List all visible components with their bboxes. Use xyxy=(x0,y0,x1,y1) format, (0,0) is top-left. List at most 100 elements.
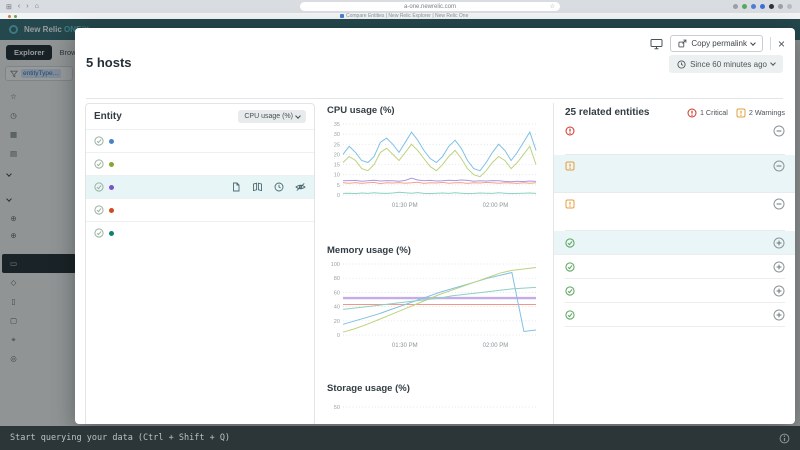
svg-text:35: 35 xyxy=(334,122,340,128)
favicon xyxy=(340,14,344,18)
time-range-picker[interactable]: Since 60 minutes ago xyxy=(669,55,783,73)
series-color-dot xyxy=(109,138,114,144)
related-entity-row[interactable] xyxy=(565,279,785,303)
bookmark-star-icon[interactable]: ☆ xyxy=(550,3,555,10)
charts-column: CPU usage (%) 0 5 10 15 20 25 30 35 01:30 PM 02:0… xyxy=(327,103,549,424)
svg-text:02:00 PM: 02:00 PM xyxy=(483,343,509,349)
chevron-down-icon xyxy=(770,60,776,66)
check-circle-icon xyxy=(94,228,104,238)
critical-icon xyxy=(687,108,697,117)
remove-relationship-button[interactable] xyxy=(773,125,785,137)
related-entity-row[interactable] xyxy=(554,231,795,255)
related-entity-card[interactable] xyxy=(554,155,795,193)
add-relationship-button[interactable] xyxy=(773,309,785,321)
hide-entity-icon[interactable] xyxy=(295,182,306,192)
related-entities-title: 25 related entities xyxy=(565,107,650,118)
chart-series-line xyxy=(342,177,537,183)
info-icon[interactable] xyxy=(779,433,790,444)
back-icon[interactable]: ‹ xyxy=(18,3,20,10)
warning-icon xyxy=(736,108,746,117)
warning-icon xyxy=(565,199,575,209)
recent-activity-icon[interactable] xyxy=(274,182,284,192)
remove-relationship-button[interactable] xyxy=(773,198,785,210)
chart-title: Memory usage (%) xyxy=(327,245,411,256)
svg-text:60: 60 xyxy=(334,290,340,296)
svg-text:25: 25 xyxy=(334,142,340,148)
check-circle-icon xyxy=(94,159,104,169)
check-circle-icon xyxy=(565,285,575,296)
browser-chrome: ⊞ ‹ › ⌂ a-one.newrelic.com ☆ xyxy=(0,0,800,13)
related-entity-row[interactable] xyxy=(565,255,785,279)
url-bar[interactable]: a-one.newrelic.com ☆ xyxy=(300,2,560,11)
related-entity-card[interactable] xyxy=(565,193,785,231)
modal-tabs xyxy=(86,82,783,99)
metric-cell xyxy=(565,217,785,218)
critical-icon xyxy=(565,126,575,136)
home-icon[interactable]: ⌂ xyxy=(35,3,39,10)
bookmark-dot[interactable] xyxy=(14,14,17,18)
svg-text:01:30 PM: 01:30 PM xyxy=(392,203,418,209)
series-color-dot xyxy=(109,207,114,213)
svg-text:30: 30 xyxy=(334,132,340,138)
copy-permalink-button[interactable]: Copy permalink xyxy=(670,35,763,52)
compare-icon[interactable] xyxy=(252,182,263,192)
storage-usage-chart: Storage usage (%) 50 xyxy=(327,381,539,417)
remove-relationship-button[interactable] xyxy=(773,160,785,172)
url-text: a-one.newrelic.com xyxy=(403,3,457,10)
metric-cell xyxy=(565,179,785,180)
check-circle-icon xyxy=(94,182,104,192)
bookmark-dot[interactable] xyxy=(8,14,11,18)
series-color-dot xyxy=(109,230,114,236)
metric-selector-dropdown[interactable]: CPU usage (%) xyxy=(238,110,306,123)
close-icon[interactable]: × xyxy=(778,38,785,50)
chart-series-line xyxy=(342,181,537,185)
entity-row[interactable] xyxy=(86,129,314,152)
hosts-detail-modal: Copy permalink × 5 hosts Since 60 minute… xyxy=(75,28,795,424)
chart-title: Storage usage (%) xyxy=(327,383,410,394)
extension-icon[interactable] xyxy=(751,4,756,9)
warnings-badge[interactable]: 2 Warnings xyxy=(736,108,785,118)
svg-text:0: 0 xyxy=(337,333,340,339)
nrql-query-bar[interactable]: Start querying your data (Ctrl + Shift +… xyxy=(0,426,800,450)
clock-icon xyxy=(677,59,686,69)
forward-icon[interactable]: › xyxy=(26,3,28,10)
svg-text:20: 20 xyxy=(334,319,340,325)
add-relationship-button[interactable] xyxy=(773,237,785,249)
related-entity-card[interactable] xyxy=(565,120,785,155)
tab-overview-icon[interactable]: ⊞ xyxy=(6,3,12,11)
svg-text:15: 15 xyxy=(334,163,340,169)
query-bar-placeholder: Start querying your data (Ctrl + Shift +… xyxy=(10,433,231,443)
memory-usage-chart: Memory usage (%) 0 20 40 60 80 100 01:30 PM 02:… xyxy=(327,243,539,357)
check-circle-icon xyxy=(565,309,575,320)
extension-icon[interactable] xyxy=(787,4,792,9)
chevron-down-icon xyxy=(750,39,756,46)
metric-cell xyxy=(647,141,729,142)
svg-text:0: 0 xyxy=(337,193,340,199)
present-view-icon[interactable] xyxy=(650,38,663,50)
extension-icon[interactable] xyxy=(742,4,747,9)
entity-list-panel: Entity CPU usage (%) xyxy=(85,103,315,424)
add-relationship-button[interactable] xyxy=(773,261,785,273)
metric-cell xyxy=(565,214,647,215)
warning-icon xyxy=(565,161,575,171)
chart-series-line xyxy=(342,143,537,178)
related-entity-row[interactable] xyxy=(565,303,785,327)
extension-icon[interactable] xyxy=(769,4,774,9)
metric-cell xyxy=(565,176,647,177)
extension-icon[interactable] xyxy=(733,4,738,9)
entity-column-header: Entity xyxy=(94,111,122,122)
add-relationship-button[interactable] xyxy=(773,285,785,297)
metric-cell xyxy=(647,214,767,215)
svg-text:20: 20 xyxy=(334,152,340,158)
cpu-usage-chart: CPU usage (%) 0 5 10 15 20 25 30 35 01:30 PM 02:0… xyxy=(327,103,539,217)
svg-text:40: 40 xyxy=(334,305,340,311)
entity-row[interactable] xyxy=(86,175,314,198)
entity-row[interactable] xyxy=(86,221,314,244)
screen: ⊞ ‹ › ⌂ a-one.newrelic.com ☆ Compare Ent… xyxy=(0,0,800,450)
entity-row[interactable] xyxy=(86,198,314,221)
metadata-icon[interactable] xyxy=(231,182,241,192)
extension-icon[interactable] xyxy=(760,4,765,9)
critical-badge[interactable]: 1 Critical xyxy=(687,108,728,118)
entity-row[interactable] xyxy=(86,152,314,175)
extension-icon[interactable] xyxy=(778,4,783,9)
